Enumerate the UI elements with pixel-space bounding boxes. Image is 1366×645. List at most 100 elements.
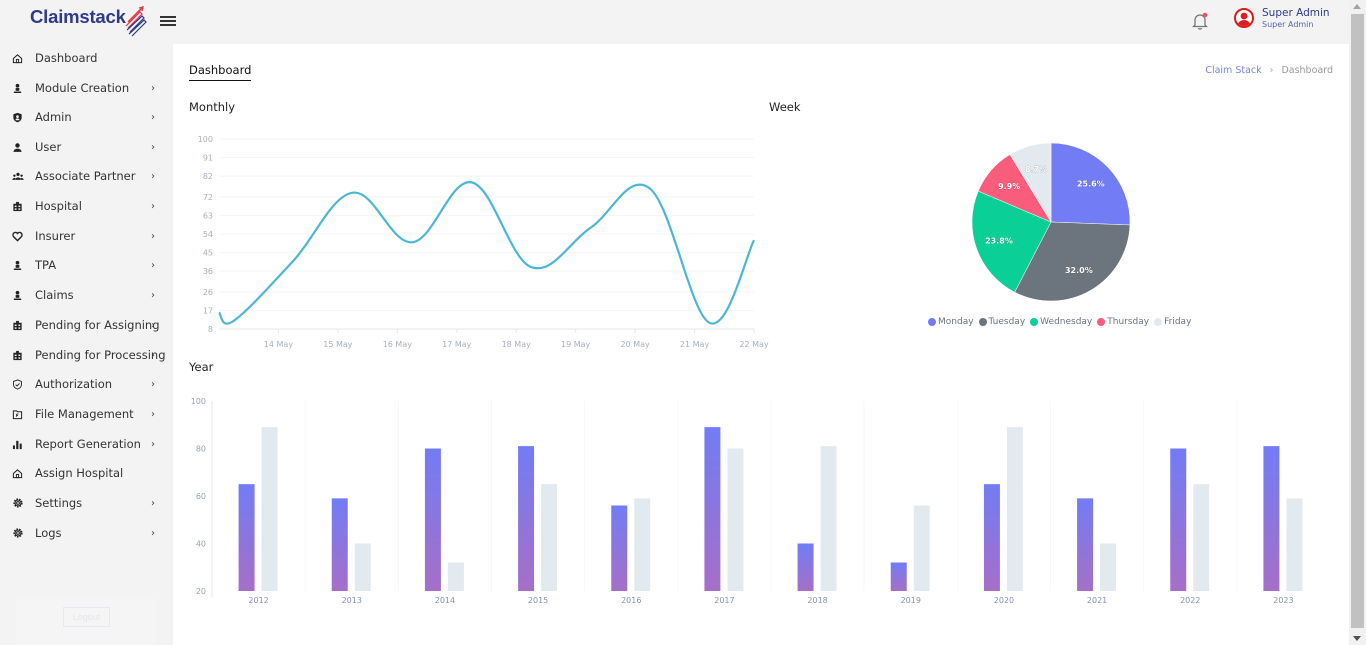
bar-series-a-2021[interactable] (1077, 498, 1094, 591)
logo-text: Claimstack (30, 6, 126, 27)
y-tick-label: 17 (203, 306, 213, 315)
bar-chart-icon (11, 438, 24, 451)
sidebar-item-insurer[interactable]: Insurer › (0, 222, 172, 250)
sidebar-item-associate-partner[interactable]: Associate Partner › (0, 162, 172, 190)
sidebar-item-label: Logs (35, 526, 62, 540)
legend-label: Friday (1164, 317, 1192, 327)
scroll-down-arrow-icon[interactable] (1353, 636, 1361, 641)
scrollbar-thumb[interactable] (1351, 14, 1364, 628)
breadcrumb-current: Dashboard (1281, 65, 1333, 76)
sidebar-item-authorization[interactable]: Authorization › (0, 370, 172, 398)
legend-item-tuesday[interactable]: Tuesday (978, 317, 1025, 327)
logout-button[interactable]: Logout (63, 607, 110, 627)
monthly-line-chart: 8 17 26 36 45 54 63 72 82 91 100 14 May 15 May 16 May… (198, 135, 769, 349)
bell-icon[interactable] (1189, 10, 1211, 32)
page-scrollbar[interactable] (1349, 0, 1366, 645)
bar-series-b-2022[interactable] (1193, 484, 1210, 591)
user-role: Super Admin (1262, 19, 1314, 29)
sidebar-item-claims[interactable]: Claims › (0, 281, 172, 309)
bar-series-b-2013[interactable] (354, 543, 371, 592)
bar-series-a-2014[interactable] (424, 448, 441, 592)
bar-series-b-2019[interactable] (913, 505, 930, 592)
chevron-right-icon: › (151, 200, 155, 212)
app-logo[interactable]: Claimstack (30, 4, 148, 38)
bar-series-b-2023[interactable] (1286, 498, 1303, 591)
shield-check-icon (11, 378, 24, 391)
legend-item-friday[interactable]: Friday (1154, 317, 1191, 327)
user-menu[interactable]: Super Admin Super Admin (1234, 8, 1330, 29)
chevron-right-icon: › (151, 259, 155, 271)
sidebar-item-tpa[interactable]: TPA › (0, 251, 172, 279)
pie-data-label: 32.0% (1065, 266, 1093, 275)
y-tick-label: 63 (203, 211, 213, 220)
gear-icon (11, 497, 24, 510)
sidebar-item-label: User (35, 140, 62, 154)
bar-series-b-2021[interactable] (1100, 543, 1117, 592)
bar-series-b-2018[interactable] (820, 446, 837, 591)
legend-item-wednesday[interactable]: Wednesday (1030, 317, 1092, 327)
pie-data-label: 25.6% (1077, 180, 1105, 189)
legend-item-thursday[interactable]: Thursday (1097, 317, 1149, 327)
bar-series-a-2017[interactable] (704, 427, 721, 591)
bar-series-b-2020[interactable] (1006, 427, 1023, 591)
sidebar-item-label: Module Creation (35, 81, 130, 95)
chevron-right-icon: › (151, 378, 155, 390)
bar-series-a-2018[interactable] (797, 543, 814, 592)
bar-series-b-2016[interactable] (634, 498, 651, 591)
sidebar-item-logs[interactable]: Logs › (0, 519, 172, 547)
sidebar-item-report-generation[interactable]: Report Generation › (0, 430, 172, 458)
sidebar-item-pending-for-processing[interactable]: Pending for Processing › (0, 341, 172, 369)
sidebar-item-dashboard[interactable]: Dashboard (0, 44, 172, 72)
bar-series-b-2017[interactable] (727, 448, 744, 592)
breadcrumb-root-link[interactable]: Claim Stack (1205, 65, 1261, 76)
hamburger-icon[interactable] (160, 14, 176, 28)
chevron-right-icon: › (151, 170, 155, 182)
pie-data-label: 23.8% (985, 237, 1013, 246)
x-tick-label: 19 May (561, 340, 591, 349)
bar-series-a-2020[interactable] (983, 484, 1000, 591)
sidebar-item-label: File Management (35, 407, 134, 421)
logout-panel: Logout (16, 599, 156, 644)
bar-series-a-2019[interactable] (890, 562, 907, 592)
y-tick-label: 45 (203, 249, 213, 258)
user-name: Super Admin (1262, 7, 1330, 19)
pie-data-label: 9.9% (998, 182, 1020, 191)
y-tick-label: 82 (203, 172, 213, 181)
y-tick-label: 100 (191, 397, 206, 406)
sidebar-item-file-management[interactable]: File Management › (0, 400, 172, 428)
scroll-up-arrow-icon[interactable] (1353, 4, 1361, 9)
legend-marker (978, 318, 987, 326)
x-tick-label: 14 May (264, 340, 294, 349)
y-tick-label: 36 (203, 267, 213, 276)
admin-shield-icon (11, 111, 24, 124)
sidebar-item-user[interactable]: User › (0, 133, 172, 161)
bar-series-a-2016[interactable] (611, 505, 628, 592)
bar-series-a-2022[interactable] (1170, 448, 1187, 592)
sidebar-item-assign-hospital[interactable]: Assign Hospital (0, 459, 172, 487)
chevron-right-icon: › (151, 111, 155, 123)
bar-series-b-2015[interactable] (541, 484, 558, 591)
user-avatar-icon (1234, 8, 1254, 29)
bar-series-a-2023[interactable] (1263, 446, 1280, 591)
sidebar-item-hospital[interactable]: Hospital › (0, 192, 172, 220)
sidebar-item-admin[interactable]: Admin › (0, 103, 172, 131)
monthly-section-title: Monthly (189, 100, 236, 114)
bar-series-a-2012[interactable] (238, 484, 255, 591)
sidebar-item-settings[interactable]: Settings › (0, 489, 172, 517)
week-section-title: Week (769, 100, 801, 114)
bar-series-a-2013[interactable] (331, 498, 348, 591)
sidebar-item-module-creation[interactable]: Module Creation › (0, 74, 172, 102)
bar-series-a-2015[interactable] (518, 446, 535, 591)
y-tick-label: 20 (196, 587, 206, 596)
pie-data-label: 8.7% (1025, 165, 1047, 174)
y-tick-label: 60 (196, 492, 206, 501)
main-content: Dashboard Claim Stack › Dashboard Monthl… (173, 44, 1349, 645)
sidebar-item-pending-for-assigning[interactable]: Pending for Assigning › (0, 311, 172, 339)
bar-series-b-2014[interactable] (447, 562, 464, 592)
bar-series-b-2012[interactable] (261, 427, 278, 591)
sidebar-item-label: Hospital (35, 199, 82, 213)
legend-item-monday[interactable]: Monday (928, 317, 974, 327)
legend-marker (1097, 318, 1106, 326)
x-tick-label: 22 May (739, 340, 769, 349)
chevron-right-icon: › (151, 82, 155, 94)
